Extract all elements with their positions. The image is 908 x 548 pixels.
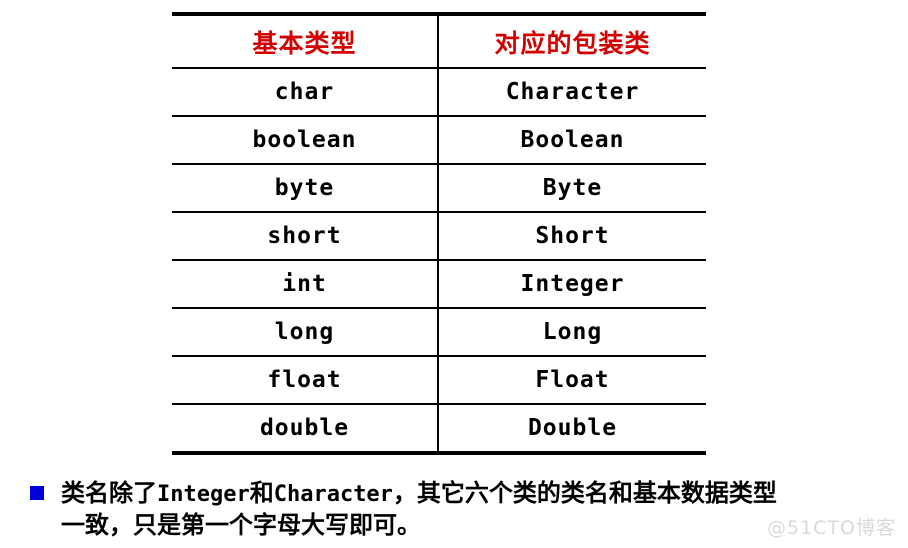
table-body: char Character boolean Boolean byte Byte… bbox=[172, 68, 706, 455]
note-text-segment: ，其它六个类的类名和基本数据类型 bbox=[392, 479, 777, 507]
cell-primitive-type: short bbox=[172, 212, 439, 261]
square-bullet-icon bbox=[30, 486, 44, 500]
table-row: byte Byte bbox=[172, 164, 706, 213]
watermark-label: @51CTO博客 bbox=[766, 517, 896, 539]
column-header-primitive-type: 基本类型 bbox=[172, 12, 439, 69]
cell-primitive-type: char bbox=[172, 68, 439, 117]
note-text-line-2: 一致，只是第一个字母大写即可。 bbox=[61, 511, 421, 539]
note-text-code-character: Character bbox=[273, 482, 393, 507]
cell-wrapper-class: Byte bbox=[438, 164, 706, 213]
note-text-segment: 类名除了 bbox=[61, 479, 157, 507]
cell-primitive-type: double bbox=[172, 404, 439, 455]
table-row: char Character bbox=[172, 68, 706, 117]
cell-wrapper-class: Long bbox=[438, 308, 706, 357]
cell-wrapper-class: Float bbox=[438, 356, 706, 405]
note-text-line-1: 类名除了Integer和Character，其它六个类的类名和基本数据类型 bbox=[61, 478, 777, 510]
cell-primitive-type: int bbox=[172, 260, 439, 309]
table-row: long Long bbox=[172, 308, 706, 357]
note-text-segment: 和 bbox=[249, 479, 274, 507]
primitive-wrapper-table-container: 基本类型 对应的包装类 char Character boolean Boole… bbox=[172, 12, 706, 455]
cell-wrapper-class: Integer bbox=[438, 260, 706, 309]
table-row: float Float bbox=[172, 356, 706, 405]
table-header-row: 基本类型 对应的包装类 bbox=[172, 12, 706, 69]
cell-primitive-type: float bbox=[172, 356, 439, 405]
table-row: boolean Boolean bbox=[172, 116, 706, 165]
table-row: short Short bbox=[172, 212, 706, 261]
cell-primitive-type: byte bbox=[172, 164, 439, 213]
note-text-code-integer: Integer bbox=[157, 482, 250, 507]
cell-primitive-type: boolean bbox=[172, 116, 439, 165]
cell-wrapper-class: Short bbox=[438, 212, 706, 261]
cell-wrapper-class: Double bbox=[438, 404, 706, 455]
cell-primitive-type: long bbox=[172, 308, 439, 357]
note-text: 类名除了Integer和Character，其它六个类的类名和基本数据类型 一致… bbox=[61, 478, 777, 540]
table-row: double Double bbox=[172, 404, 706, 455]
cell-wrapper-class: Boolean bbox=[438, 116, 706, 165]
primitive-wrapper-table: 基本类型 对应的包装类 char Character boolean Boole… bbox=[172, 12, 706, 455]
cell-wrapper-class: Character bbox=[438, 68, 706, 117]
column-header-wrapper-class: 对应的包装类 bbox=[438, 12, 706, 69]
table-row: int Integer bbox=[172, 260, 706, 309]
